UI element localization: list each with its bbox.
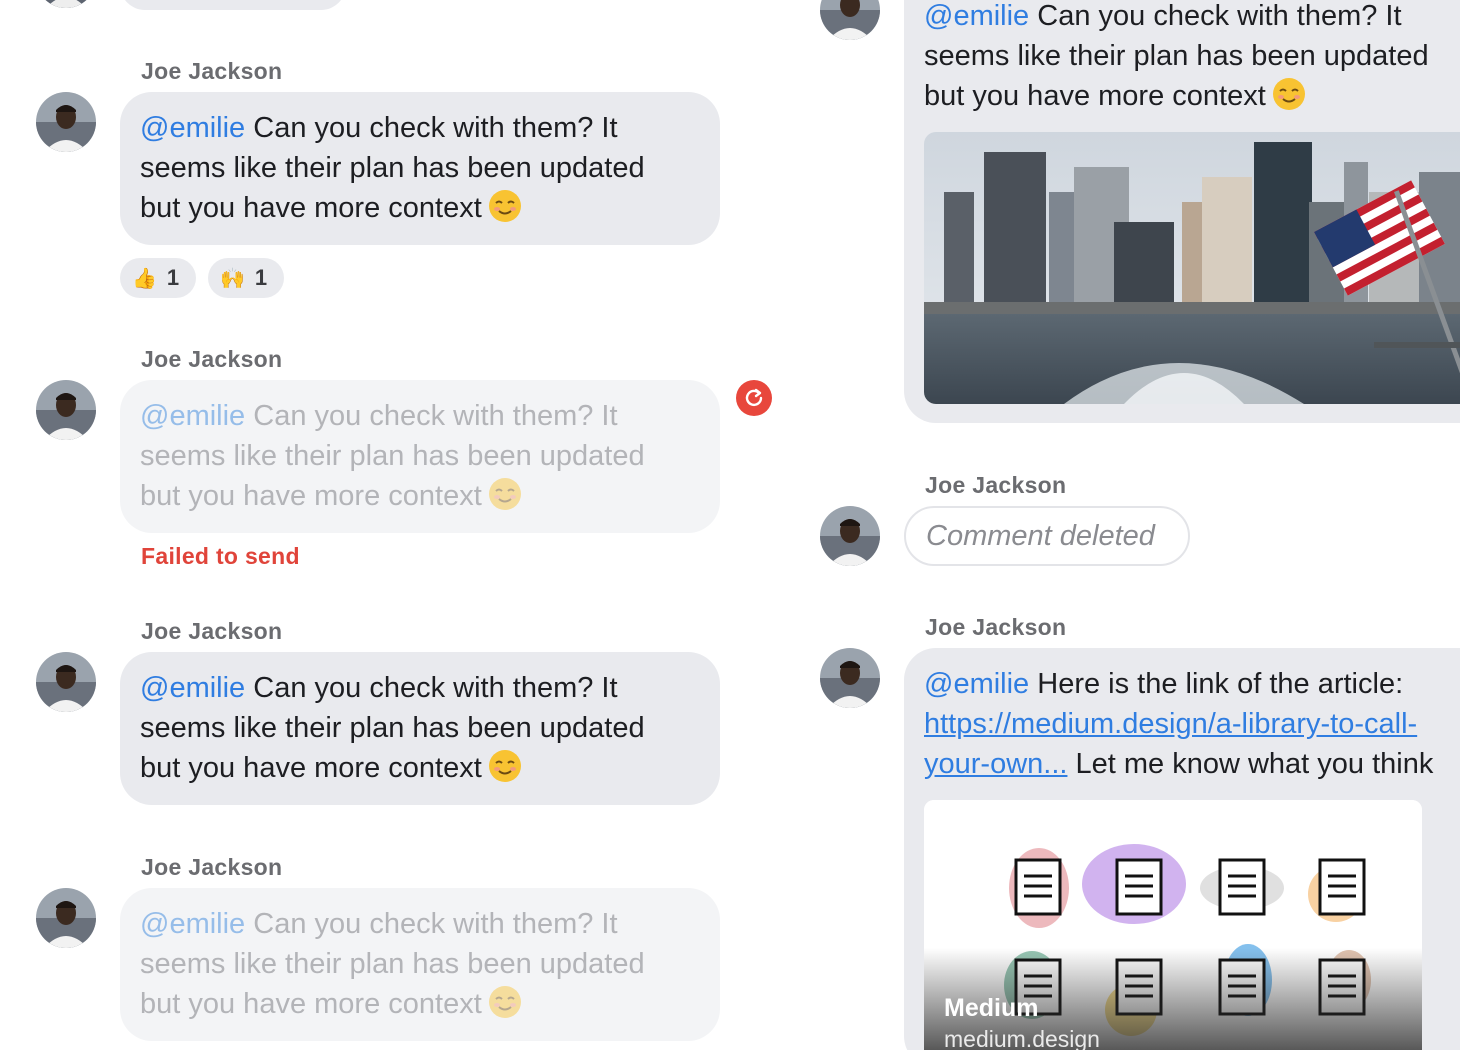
- failed-to-send-status: Failed to send: [141, 543, 300, 569]
- thumbs-up-icon: 👍: [132, 267, 157, 290]
- avatar[interactable]: [36, 652, 96, 712]
- message-text: Can you check with them? It: [245, 672, 618, 704]
- preview-domain: medium.design: [944, 1026, 1100, 1050]
- city-skyline-image[interactable]: [924, 132, 1460, 404]
- relieved-face-icon: [488, 750, 521, 782]
- message-text: Let me know what you think: [1067, 748, 1434, 780]
- relieved-face-icon: [488, 986, 521, 1018]
- message-bubble-pending[interactable]: @emilie Can you check with them? It seem…: [120, 888, 720, 1041]
- message-text: Here is the link of the article:: [1029, 668, 1404, 700]
- mention[interactable]: @emilie: [140, 400, 245, 432]
- sender-name: Joe Jackson: [141, 618, 283, 644]
- article-link[interactable]: your-own...: [924, 748, 1067, 780]
- message-text: Can you check with them? It: [245, 400, 618, 432]
- article-link[interactable]: https://medium.design/a-library-to-call-: [924, 708, 1417, 740]
- preview-title: Medium: [944, 994, 1039, 1022]
- sender-name: Joe Jackson: [925, 614, 1067, 640]
- mention[interactable]: @emilie: [924, 0, 1029, 32]
- sender-name: Joe Jackson: [141, 58, 283, 84]
- retry-icon: [745, 388, 763, 407]
- message-text: Can you check with them? It: [245, 908, 618, 940]
- message-text: but you have more context: [140, 988, 482, 1020]
- message-text: Can you check with them? It: [1029, 0, 1402, 32]
- message-text: seems like their plan has been updated: [140, 152, 645, 184]
- reaction-raised-hands[interactable]: 🙌 1: [208, 258, 284, 298]
- message-bubble-failed[interactable]: @emilie Can you check with them? It seem…: [120, 380, 720, 533]
- retry-button[interactable]: [736, 380, 772, 416]
- link-preview-card[interactable]: Medium medium.design: [924, 800, 1422, 1050]
- message-text: but you have more context: [140, 752, 482, 784]
- avatar[interactable]: [36, 92, 96, 152]
- message-text: seems like their plan has been updated: [140, 948, 645, 980]
- sender-name: Joe Jackson: [925, 472, 1067, 498]
- relieved-face-icon: [1272, 78, 1305, 110]
- mention[interactable]: @emilie: [924, 668, 1029, 700]
- avatar: [36, 0, 96, 8]
- sender-name: Joe Jackson: [141, 346, 283, 372]
- reaction-thumbs-up[interactable]: 👍 1: [120, 258, 196, 298]
- avatar[interactable]: [820, 0, 880, 40]
- message-text: seems like their plan has been updated: [140, 712, 645, 744]
- relieved-face-icon: [488, 190, 521, 222]
- message-text: seems like their plan has been updated: [924, 40, 1429, 72]
- mention[interactable]: @emilie: [140, 112, 245, 144]
- relieved-face-icon: [488, 478, 521, 510]
- message-text: but you have more context: [140, 480, 482, 512]
- avatar[interactable]: [820, 648, 880, 708]
- avatar[interactable]: [36, 380, 96, 440]
- mention[interactable]: @emilie: [140, 908, 245, 940]
- message-text: seems like their plan has been updated: [140, 440, 645, 472]
- avatar[interactable]: [36, 888, 96, 948]
- message-text: but you have more context: [140, 192, 482, 224]
- mention[interactable]: @emilie: [140, 672, 245, 704]
- reaction-count: 1: [254, 265, 268, 290]
- reaction-count: 1: [166, 265, 180, 290]
- raised-hands-icon: 🙌: [220, 267, 245, 290]
- message-bubble[interactable]: @emilie Can you check with them? It seem…: [120, 652, 720, 805]
- sender-name: Joe Jackson: [141, 854, 283, 880]
- deleted-comment: Comment deleted: [904, 506, 1190, 566]
- message-text: but you have more context: [924, 80, 1266, 112]
- message-bubble-remnant: [120, 0, 346, 10]
- message-bubble[interactable]: @emilie Can you check with them? It seem…: [120, 92, 720, 245]
- avatar[interactable]: [820, 506, 880, 566]
- message-text: Can you check with them? It: [245, 112, 618, 144]
